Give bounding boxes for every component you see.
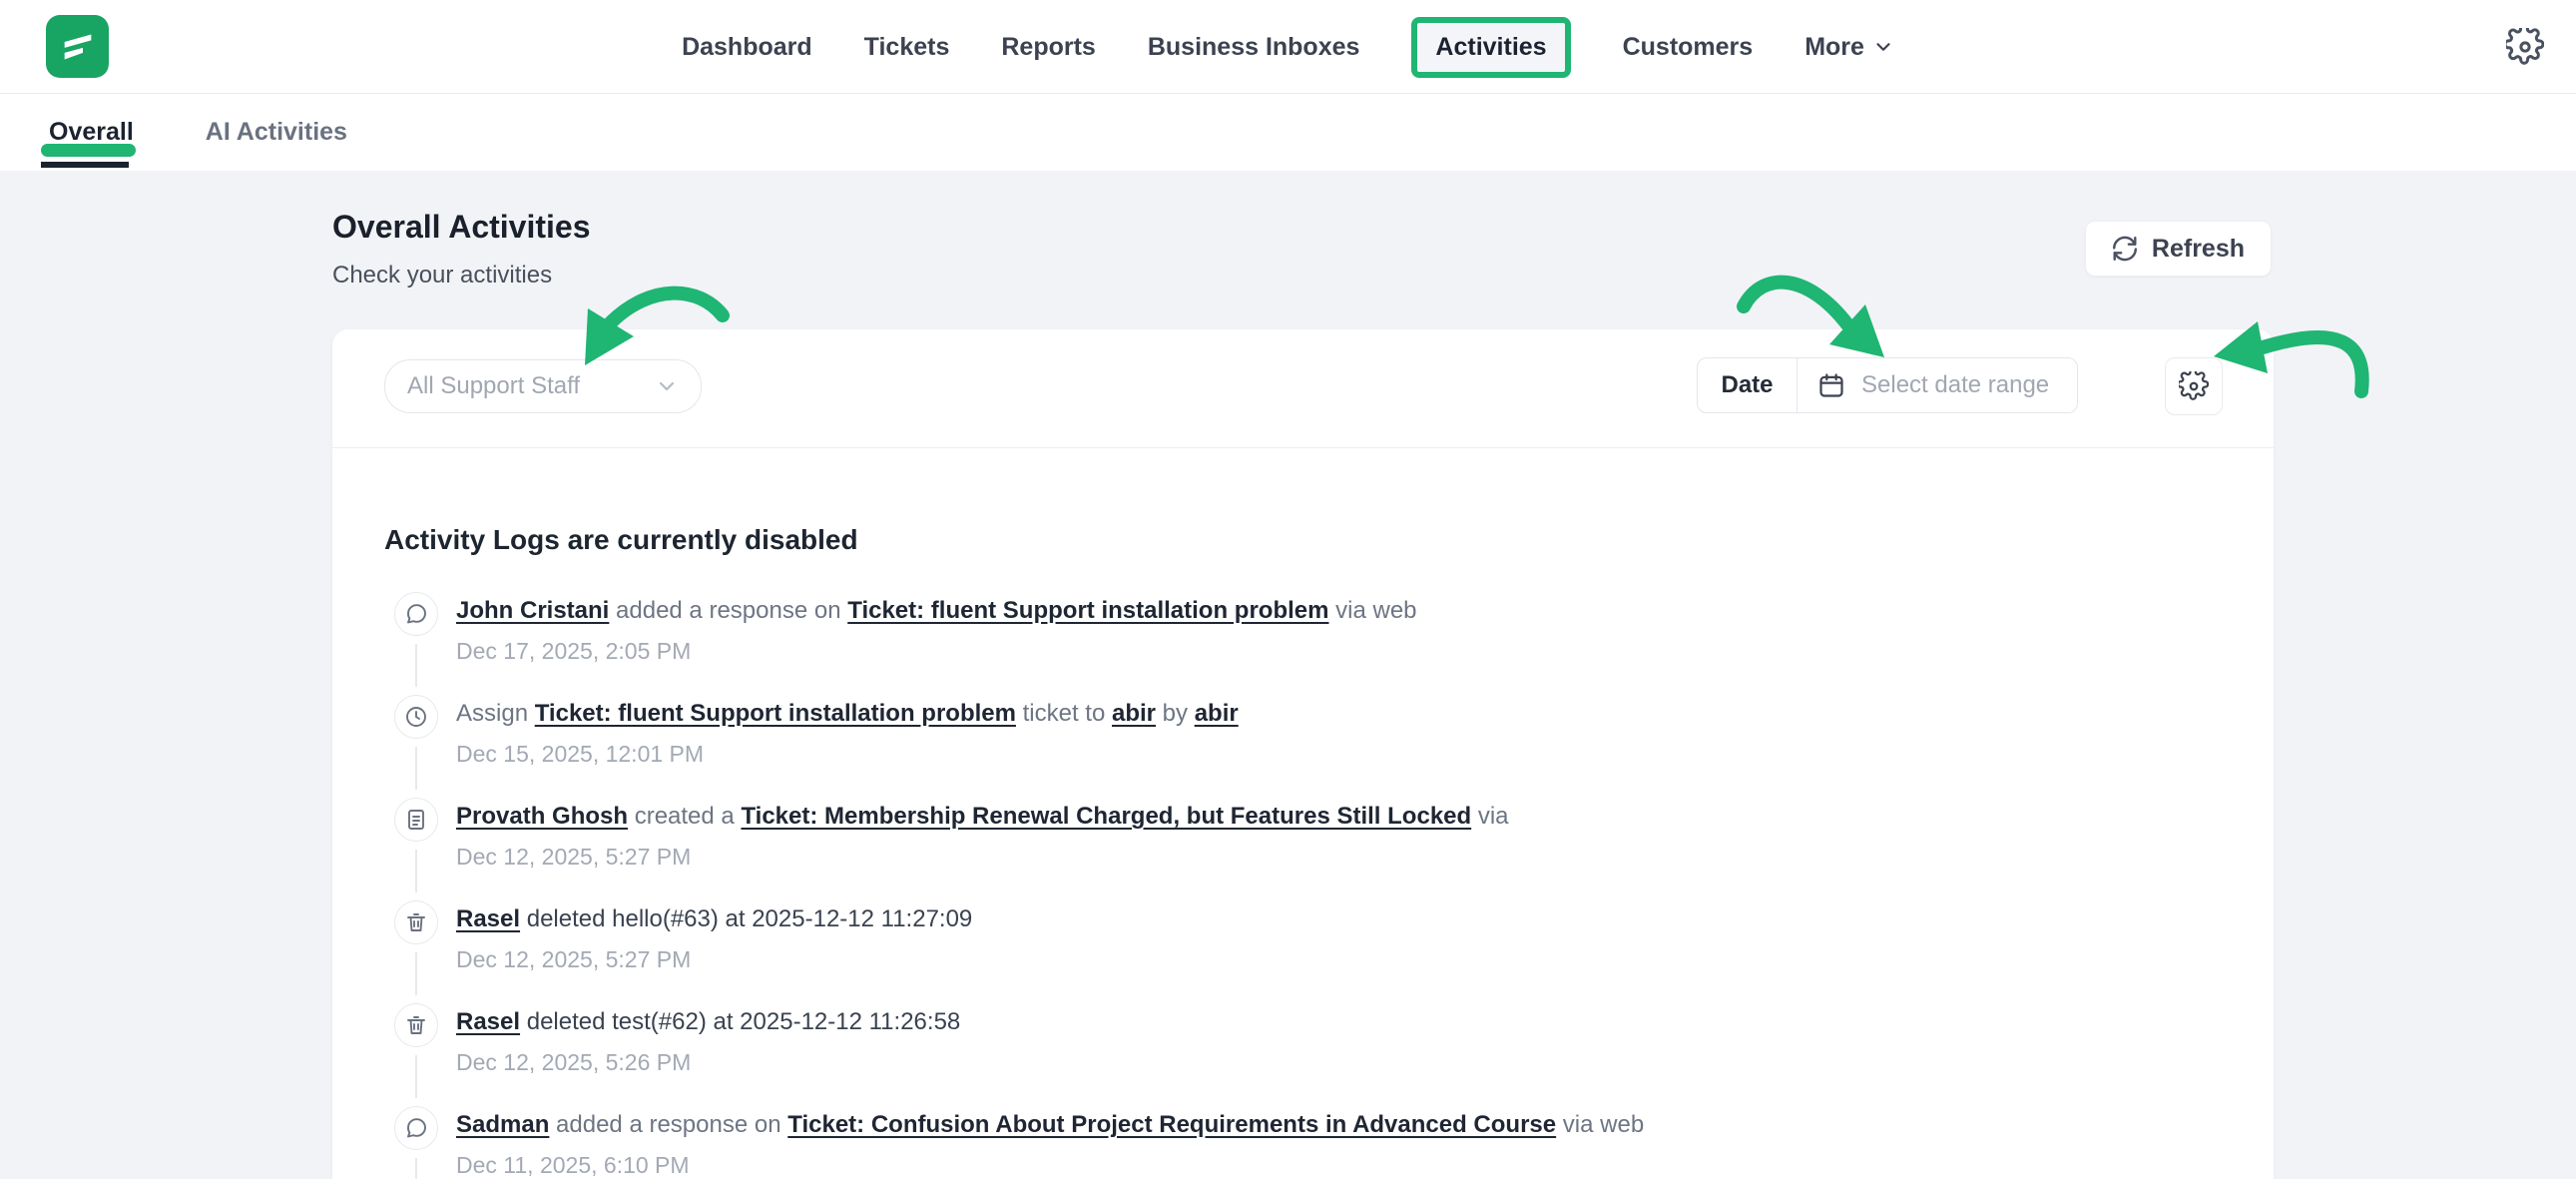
chevron-down-icon xyxy=(655,374,679,398)
page-content: Overall Activities Check your activities… xyxy=(0,171,2576,1179)
activity-text: Sadman added a response on Ticket: Confu… xyxy=(456,1108,1644,1142)
activity-text-part: Assign xyxy=(456,700,535,727)
activity-row: John Cristani added a response on Ticket… xyxy=(384,592,2222,695)
activity-text-part: created a xyxy=(628,803,741,830)
timeline-connector xyxy=(415,850,417,892)
activity-link[interactable]: Rasel xyxy=(456,905,520,932)
gear-icon xyxy=(2179,371,2209,401)
filter-row: All Support Staff Date Select date range xyxy=(332,329,2274,448)
timeline-connector xyxy=(415,952,417,995)
refresh-icon xyxy=(2112,236,2138,262)
activity-link[interactable]: abir xyxy=(1195,700,1239,727)
activity-row: Rasel deleted test(#62) at 2025-12-12 11… xyxy=(384,1003,2222,1106)
activity-link[interactable]: Ticket: Membership Renewal Charged, but … xyxy=(741,803,1471,830)
activity-text-part: deleted test(#62) at 2025-12-12 11:26:58 xyxy=(520,1008,960,1035)
nav-more-label: More xyxy=(1804,33,1864,62)
activity-timestamp: Dec 12, 2025, 5:27 PM xyxy=(456,946,972,973)
activity-list-heading: Activity Logs are currently disabled xyxy=(384,524,2222,556)
page-title: Overall Activities xyxy=(332,209,591,246)
activity-timestamp: Dec 15, 2025, 12:01 PM xyxy=(456,741,1239,768)
comment-icon xyxy=(394,592,438,636)
nav-item-more[interactable]: More xyxy=(1804,33,1894,62)
date-range-input[interactable]: Select date range xyxy=(1798,358,2077,412)
activity-text-part: ticket to xyxy=(1016,700,1112,727)
nav-item-reports[interactable]: Reports xyxy=(1001,33,1095,62)
support-staff-select[interactable]: All Support Staff xyxy=(384,359,702,413)
activities-tab-bar: Overall AI Activities xyxy=(0,94,2576,171)
activity-text-part: via xyxy=(1471,803,1508,830)
activity-text-part: added a response on xyxy=(609,597,847,624)
activity-link[interactable]: Ticket: fluent Support installation prob… xyxy=(847,597,1328,624)
activity-text-part: via web xyxy=(1328,597,1416,624)
activity-link[interactable]: Sadman xyxy=(456,1111,549,1138)
activity-text-part: deleted hello(#63) at 2025-12-12 11:27:0… xyxy=(520,905,972,932)
trash-icon xyxy=(404,910,428,934)
nav-item-dashboard[interactable]: Dashboard xyxy=(682,33,812,62)
date-filter-group: Date Select date range xyxy=(1697,357,2078,413)
comment-icon xyxy=(404,602,428,626)
refresh-button[interactable]: Refresh xyxy=(2085,221,2272,277)
calendar-icon xyxy=(1817,371,1845,399)
nav-item-business-inboxes[interactable]: Business Inboxes xyxy=(1148,33,1360,62)
activities-card: All Support Staff Date Select date range xyxy=(332,329,2274,1179)
clock-icon xyxy=(394,695,438,739)
global-settings-gear-icon[interactable] xyxy=(2506,28,2544,66)
activity-settings-button[interactable] xyxy=(2165,357,2223,415)
activity-timestamp: Dec 12, 2025, 5:26 PM xyxy=(456,1049,960,1076)
activity-row: Assign Ticket: fluent Support installati… xyxy=(384,695,2222,798)
nav-item-tickets[interactable]: Tickets xyxy=(864,33,950,62)
top-navigation-bar: Dashboard Tickets Reports Business Inbox… xyxy=(0,0,2576,94)
activity-link[interactable]: John Cristani xyxy=(456,597,609,624)
clock-icon xyxy=(404,705,428,729)
comment-icon xyxy=(394,1106,438,1150)
tab-overall[interactable]: Overall xyxy=(49,94,134,171)
activity-link[interactable]: Ticket: Confusion About Project Requirem… xyxy=(787,1111,1556,1138)
tab-ai-activities[interactable]: AI Activities xyxy=(206,94,347,171)
activity-timestamp: Dec 17, 2025, 2:05 PM xyxy=(456,638,1417,665)
active-tab-underline xyxy=(41,162,129,168)
activity-text: Rasel deleted hello(#63) at 2025-12-12 1… xyxy=(456,902,972,936)
timeline-connector xyxy=(415,747,417,790)
activity-timestamp: Dec 12, 2025, 5:27 PM xyxy=(456,844,1509,871)
page-subtitle: Check your activities xyxy=(332,262,591,290)
activity-text: John Cristani added a response on Ticket… xyxy=(456,594,1417,628)
trash-icon xyxy=(394,1003,438,1047)
tab-ai-activities-label: AI Activities xyxy=(206,118,347,147)
timeline-connector xyxy=(415,644,417,687)
activity-list: John Cristani added a response on Ticket… xyxy=(384,592,2222,1179)
comment-icon xyxy=(404,1116,428,1140)
activity-link[interactable]: Provath Ghosh xyxy=(456,803,628,830)
support-staff-select-value: All Support Staff xyxy=(407,372,655,400)
date-filter-label: Date xyxy=(1698,358,1798,412)
activity-list-section: Activity Logs are currently disabled Joh… xyxy=(332,448,2274,1179)
document-icon xyxy=(404,808,428,832)
activity-text-part: added a response on xyxy=(549,1111,787,1138)
main-nav: Dashboard Tickets Reports Business Inbox… xyxy=(0,0,2576,94)
file-icon xyxy=(394,798,438,842)
activity-text: Rasel deleted test(#62) at 2025-12-12 11… xyxy=(456,1005,960,1039)
trash-icon xyxy=(394,900,438,944)
nav-item-customers[interactable]: Customers xyxy=(1623,33,1754,62)
nav-item-activities-highlighted[interactable]: Activities xyxy=(1411,17,1570,78)
activity-link[interactable]: abir xyxy=(1112,700,1156,727)
activity-text-part: by xyxy=(1156,700,1195,727)
trash-icon xyxy=(404,1013,428,1037)
activity-row: Rasel deleted hello(#63) at 2025-12-12 1… xyxy=(384,900,2222,1003)
activity-timestamp: Dec 11, 2025, 6:10 PM xyxy=(456,1152,1644,1179)
activity-row: Provath Ghosh created a Ticket: Membersh… xyxy=(384,798,2222,900)
activity-text: Assign Ticket: fluent Support installati… xyxy=(456,697,1239,731)
chevron-down-icon xyxy=(1872,36,1894,58)
activity-link[interactable]: Rasel xyxy=(456,1008,520,1035)
active-tab-indicator xyxy=(41,144,136,157)
date-range-placeholder: Select date range xyxy=(1861,371,2049,399)
timeline-connector xyxy=(415,1158,417,1179)
activity-text: Provath Ghosh created a Ticket: Membersh… xyxy=(456,800,1509,834)
activity-text-part: via web xyxy=(1556,1111,1644,1138)
activity-link[interactable]: Ticket: fluent Support installation prob… xyxy=(535,700,1016,727)
timeline-connector xyxy=(415,1055,417,1098)
refresh-button-label: Refresh xyxy=(2152,235,2245,264)
activity-row: Sadman added a response on Ticket: Confu… xyxy=(384,1106,2222,1179)
tab-overall-label: Overall xyxy=(49,118,134,147)
